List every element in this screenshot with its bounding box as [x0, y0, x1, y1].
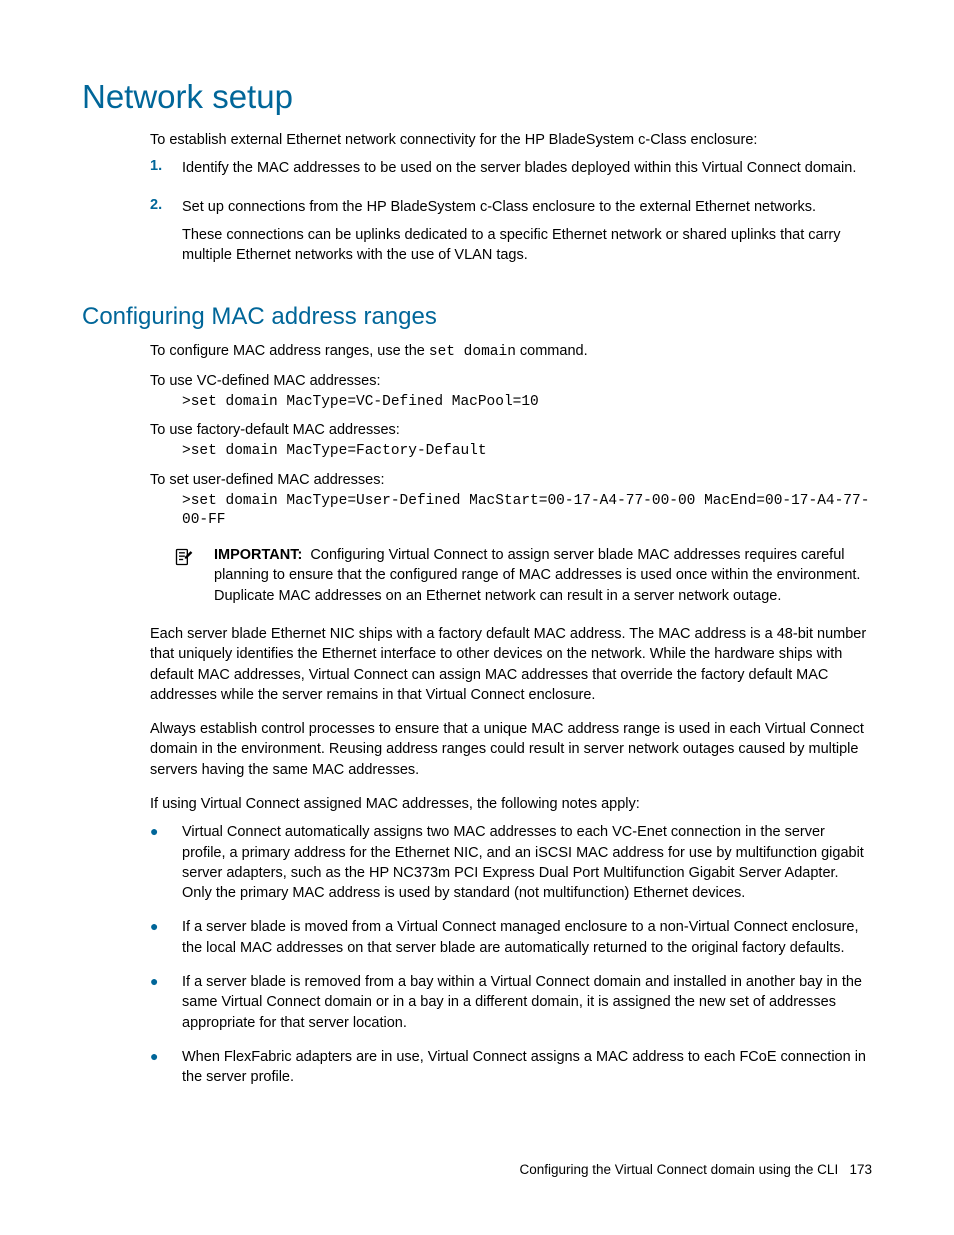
- notepad-pencil-icon: [174, 547, 194, 567]
- step-item: 2. Set up connections from the HP BladeS…: [150, 197, 872, 274]
- definition-label: To set user-defined MAC addresses:: [150, 472, 872, 488]
- step-content: Identify the MAC addresses to be used on…: [182, 158, 856, 186]
- bullet-icon: ●: [150, 917, 182, 958]
- bullet-text: If a server blade is removed from a bay …: [182, 972, 872, 1033]
- bullet-text: Virtual Connect automatically assigns tw…: [182, 822, 872, 903]
- bullet-icon: ●: [150, 1047, 182, 1088]
- bullet-list: ● Virtual Connect automatically assigns …: [150, 822, 872, 1087]
- body-paragraph: Each server blade Ethernet NIC ships wit…: [150, 624, 872, 705]
- definition-label: To use factory-default MAC addresses:: [150, 422, 872, 438]
- code-block: >set domain MacType=VC-Defined MacPool=1…: [182, 393, 872, 413]
- bullet-text: When FlexFabric adapters are in use, Vir…: [182, 1047, 872, 1088]
- footer-title: Configuring the Virtual Connect domain u…: [520, 1162, 839, 1177]
- list-item: ● Virtual Connect automatically assigns …: [150, 822, 872, 903]
- step-text: These connections can be uplinks dedicat…: [182, 225, 872, 266]
- heading-configuring-mac: Configuring MAC address ranges: [82, 303, 872, 331]
- config-intro-pre: To configure MAC address ranges, use the: [150, 343, 429, 359]
- step-item: 1. Identify the MAC addresses to be used…: [150, 158, 872, 186]
- note-icon-wrap: [174, 545, 214, 606]
- list-item: ● When FlexFabric adapters are in use, V…: [150, 1047, 872, 1088]
- list-item: ● If a server blade is removed from a ba…: [150, 972, 872, 1033]
- body-paragraph: Always establish control processes to en…: [150, 719, 872, 780]
- step-marker: 1.: [150, 158, 182, 186]
- config-intro: To configure MAC address ranges, use the…: [150, 341, 872, 362]
- body-paragraph: If using Virtual Connect assigned MAC ad…: [150, 794, 872, 814]
- step-text: Set up connections from the HP BladeSyst…: [182, 197, 872, 217]
- inline-command: set domain: [429, 344, 516, 360]
- config-intro-post: command.: [516, 343, 588, 359]
- heading-network-setup: Network setup: [82, 78, 872, 116]
- numbered-steps: 1. Identify the MAC addresses to be used…: [150, 158, 872, 273]
- bullet-text: If a server blade is moved from a Virtua…: [182, 917, 872, 958]
- note-text: IMPORTANT: Configuring Virtual Connect t…: [214, 545, 872, 606]
- code-block: >set domain MacType=User-Defined MacStar…: [182, 492, 872, 531]
- important-label: IMPORTANT:: [214, 547, 302, 563]
- bullet-icon: ●: [150, 972, 182, 1033]
- bullet-icon: ●: [150, 822, 182, 903]
- definition-label: To use VC-defined MAC addresses:: [150, 373, 872, 389]
- step-marker: 2.: [150, 197, 182, 274]
- important-note: IMPORTANT: Configuring Virtual Connect t…: [174, 545, 872, 606]
- intro-paragraph: To establish external Ethernet network c…: [150, 130, 872, 150]
- document-page: Network setup To establish external Ethe…: [0, 0, 954, 1088]
- step-content: Set up connections from the HP BladeSyst…: [182, 197, 872, 274]
- important-body: Configuring Virtual Connect to assign se…: [214, 547, 860, 604]
- footer-page-number: 173: [849, 1162, 872, 1177]
- page-footer: Configuring the Virtual Connect domain u…: [520, 1162, 873, 1177]
- code-block: >set domain MacType=Factory-Default: [182, 442, 872, 462]
- step-text: Identify the MAC addresses to be used on…: [182, 158, 856, 178]
- list-item: ● If a server blade is moved from a Virt…: [150, 917, 872, 958]
